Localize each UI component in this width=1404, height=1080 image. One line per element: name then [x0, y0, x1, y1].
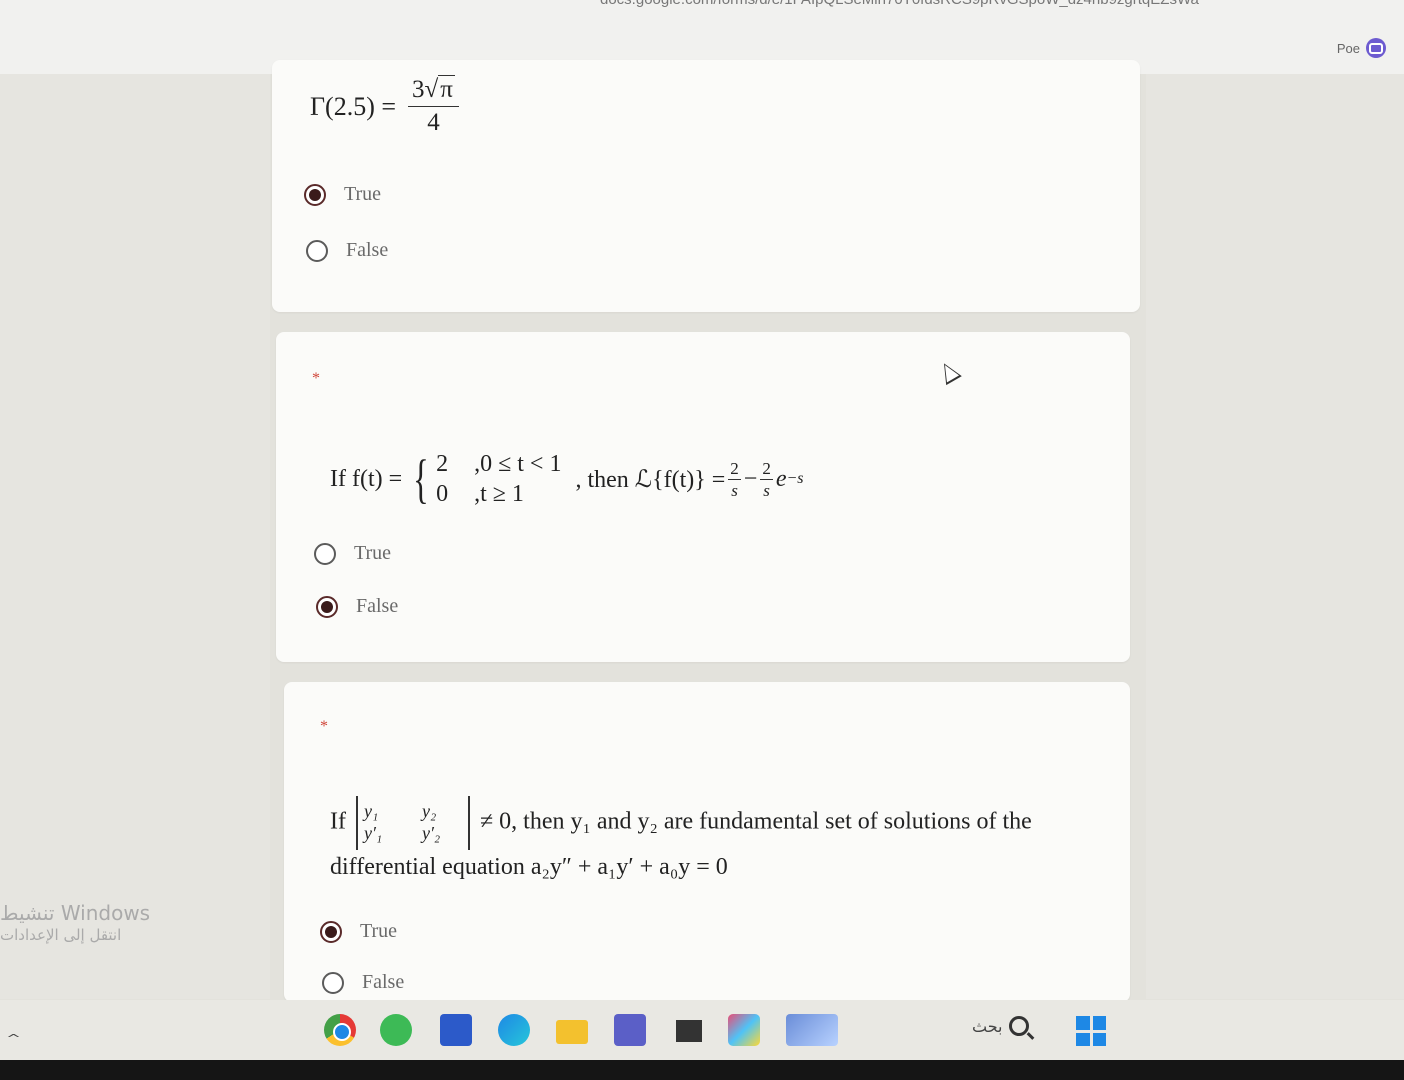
- wronskian-determinant: y₁ y₂ y′₁ y′₂: [355, 796, 470, 850]
- address-bar[interactable]: docs.google.com/forms/d/e/1FAIpQLSeMih70…: [600, 0, 1404, 11]
- radio-selected-icon[interactable]: [316, 595, 338, 618]
- edge-icon[interactable]: [498, 1014, 530, 1046]
- poe-extension[interactable]: Poe: [1337, 38, 1386, 58]
- case2-condition: ,t ≥ 1: [474, 481, 524, 507]
- q2-prefix: If f(t) =: [330, 465, 403, 492]
- case1-condition: ,0 ≤ t < 1: [474, 451, 562, 477]
- option-label: True: [344, 183, 382, 205]
- option-label: False: [356, 595, 399, 617]
- option-label: False: [346, 239, 389, 261]
- question-3-text: If y₁ y₂ y′₁ y′₂ ≠ 0, then y₁ and y₂ are…: [330, 796, 1100, 885]
- required-star: *: [320, 718, 328, 735]
- radio-selected-icon[interactable]: [304, 183, 326, 206]
- question-2-text: If f(t) = { 2 ,0 ≤ t < 1 0 ,t ≥ 1 , then…: [330, 446, 804, 512]
- fraction-num: 2: [728, 458, 741, 480]
- windows-activation-watermark: تنشيط Windows انتقل إلى الإعدادات: [0, 900, 150, 946]
- brace: {: [413, 449, 429, 509]
- numerator: 3√π: [408, 75, 459, 107]
- multicolor-app-icon[interactable]: [728, 1014, 760, 1046]
- case2-value: 0: [436, 481, 449, 507]
- right-margin: [1146, 74, 1404, 999]
- q1-option-true[interactable]: True: [304, 183, 381, 206]
- poe-label: Poe: [1336, 40, 1360, 56]
- q3-option-true[interactable]: True: [320, 920, 397, 943]
- exp-base: e: [775, 465, 787, 492]
- option-label: True: [354, 542, 392, 564]
- q2-middle: , then ℒ{f(t)} =: [575, 466, 726, 493]
- store-icon[interactable]: [440, 1014, 472, 1046]
- required-star: *: [312, 370, 320, 387]
- chrome-icon[interactable]: [324, 1014, 356, 1046]
- search-icon[interactable]: [1008, 1016, 1029, 1036]
- q1-option-false[interactable]: False: [306, 239, 388, 262]
- numerator-coefficient: 3: [412, 76, 425, 103]
- radio-unselected-icon[interactable]: [322, 971, 344, 994]
- radio-unselected-icon[interactable]: [314, 542, 336, 565]
- q3-option-false[interactable]: False: [322, 971, 404, 994]
- det-y1: y₁: [363, 801, 379, 822]
- det-y2-prime: y′₂: [421, 823, 441, 843]
- q3-text-line1: ≠ 0, then y₁ and y₂ are fundamental set …: [479, 808, 1032, 835]
- terminal-icon[interactable]: [676, 1020, 702, 1042]
- det-y1-prime: y′₁: [363, 823, 383, 843]
- q2-option-true[interactable]: True: [314, 542, 391, 565]
- minus-sign: −: [743, 465, 758, 492]
- exp-power: −s: [786, 470, 804, 487]
- radio-selected-icon[interactable]: [320, 920, 342, 943]
- fraction-den: s: [731, 480, 738, 500]
- option-label: False: [362, 971, 405, 993]
- q3-if: If: [330, 808, 346, 835]
- fraction-2-over-s: 2 s: [728, 460, 741, 499]
- fraction-num: 2: [760, 458, 773, 480]
- taskbar-search[interactable]: بحث: [972, 1016, 1029, 1036]
- radio-unselected-icon[interactable]: [306, 239, 328, 262]
- screen-bezel: [0, 1060, 1404, 1080]
- gamma-expression: Γ(2.5) =: [310, 91, 397, 121]
- det-bar-right: [467, 796, 470, 850]
- search-label: بحث: [972, 1016, 1003, 1036]
- photos-icon[interactable]: [786, 1014, 838, 1046]
- fraction: 3√π 4: [408, 75, 459, 137]
- left-margin: [0, 74, 270, 999]
- poe-icon[interactable]: [1366, 38, 1386, 58]
- folder-icon[interactable]: [556, 1020, 588, 1044]
- fraction-2-over-s: 2 s: [760, 460, 773, 499]
- det-y2: y₂: [421, 801, 437, 822]
- case1-value: 2: [436, 451, 449, 477]
- q3-text-line2: differential equation a₂y″ + a₁y′ + a₀y …: [330, 854, 728, 880]
- watermark-line2: انتقل إلى الإعدادات: [0, 926, 122, 944]
- radicand: π: [438, 75, 455, 103]
- chevron-up-icon[interactable]: ^: [6, 1032, 21, 1045]
- question-1-text: Γ(2.5) = 3√π 4: [310, 75, 459, 137]
- watermark-line1: تنشيط Windows: [0, 901, 151, 925]
- whatsapp-icon[interactable]: [380, 1014, 412, 1046]
- piecewise-cases: 2 ,0 ≤ t < 1 0 ,t ≥ 1: [436, 449, 561, 509]
- teams-icon[interactable]: [614, 1014, 646, 1046]
- windows-start-icon[interactable]: [1076, 1016, 1106, 1046]
- option-label: True: [360, 920, 398, 942]
- fraction-den: s: [763, 480, 770, 500]
- q2-option-false[interactable]: False: [316, 595, 398, 618]
- denominator: 4: [427, 109, 440, 136]
